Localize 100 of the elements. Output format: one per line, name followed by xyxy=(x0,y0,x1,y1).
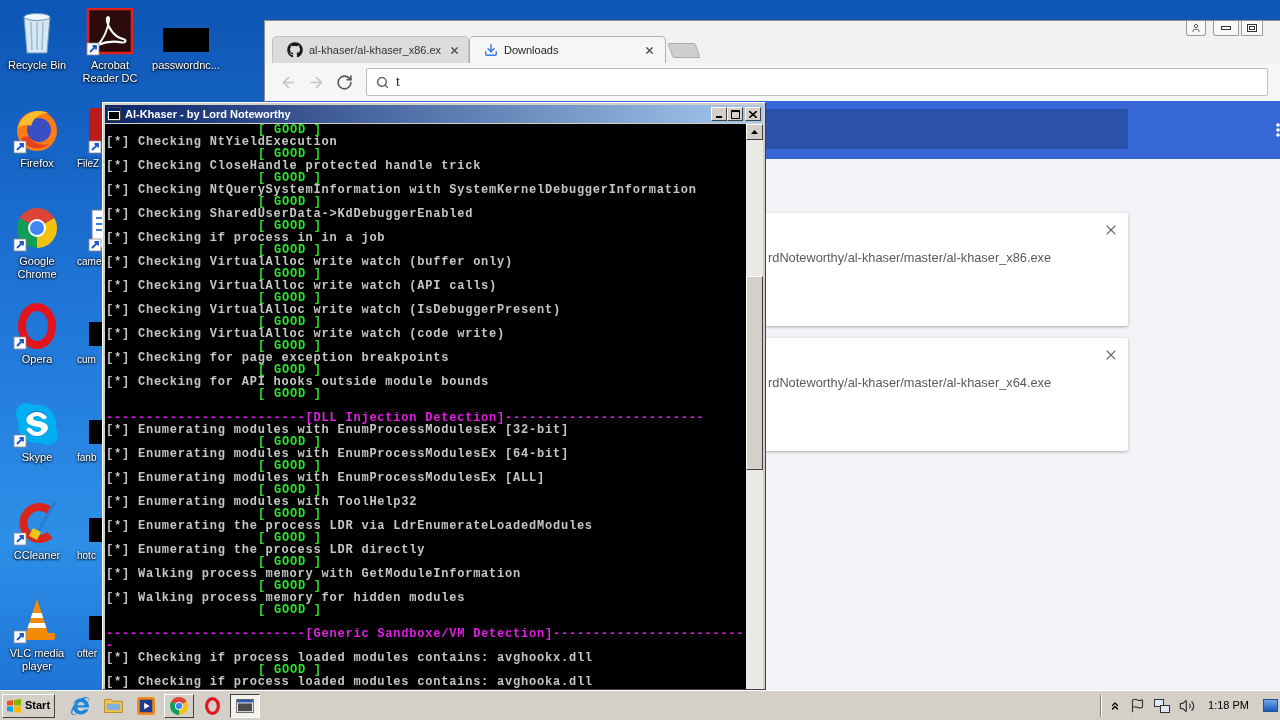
result-text: [ GOOD ] xyxy=(258,292,322,304)
minimize-icon xyxy=(1221,26,1231,30)
e-logo-icon xyxy=(71,696,89,715)
check-line: [*] Checking if process in in a job xyxy=(106,232,386,244)
download-url[interactable]: rdNoteworthy/al-khaser/master/al-khaser_x64.exe xyxy=(768,375,1052,390)
result-text: [ GOOD ] xyxy=(258,268,322,280)
result-text: [ GOOD ] xyxy=(258,604,322,616)
result-text: [ GOOD ] xyxy=(258,196,322,208)
scrollbar-thumb[interactable] xyxy=(746,276,763,470)
check-line: [*] Enumerating modules with EnumProcessModulesEx [32-bit] xyxy=(106,424,569,436)
window-title: Al-Khaser - by Lord Noteworthy xyxy=(125,106,291,122)
icon-label[interactable]: cum xyxy=(74,353,96,366)
icon-label[interactable]: ofter xyxy=(74,647,97,660)
app-icon[interactable] xyxy=(88,106,102,154)
address-bar[interactable]: t xyxy=(366,68,1268,96)
check-line: [*] Walking process memory with GetModuleInformation xyxy=(106,568,522,580)
result-text: [ GOOD ] xyxy=(258,172,322,184)
result-text: [ GOOD ] xyxy=(258,124,322,136)
pdf-app-icon[interactable] xyxy=(86,8,134,56)
icon-label[interactable]: Firefox xyxy=(20,157,54,170)
result-text: [ GOOD ] xyxy=(258,244,322,256)
windows-logo-icon xyxy=(6,697,22,714)
maximize-button[interactable] xyxy=(727,107,743,121)
icon-label[interactable]: Recycle Bin xyxy=(7,59,67,72)
minimize-icon xyxy=(716,116,722,118)
check-line: [*] Enumerating the process LDR via LdrEnumerateLoadedModules xyxy=(106,520,593,532)
maximize-icon xyxy=(730,109,740,119)
icon-label[interactable]: Acrobat Reader DC xyxy=(74,59,146,85)
speaker-icon[interactable] xyxy=(1179,697,1196,714)
icon-label[interactable]: VLC media player xyxy=(1,647,73,673)
console-window-icon xyxy=(236,698,254,713)
check-line: [*] Checking VirtualAlloc write watch (code write) xyxy=(106,328,506,340)
icon-label[interactable]: FileZ xyxy=(74,157,100,170)
person-icon xyxy=(1191,23,1201,33)
result-text: [ GOOD ] xyxy=(258,580,322,592)
section-heading: - xyxy=(106,640,114,652)
check-line: [*] Enumerating modules with EnumProcessModulesEx [64-bit] xyxy=(106,448,569,460)
check-line: [*] Checking VirtualAlloc write watch (buffer only) xyxy=(106,256,514,268)
result-text: [ GOOD ] xyxy=(258,148,322,160)
icon-label[interactable]: fanb xyxy=(74,451,97,464)
check-line: [*] Checking NtQuerySystemInformation with SystemKernelDebuggerInformation xyxy=(106,184,697,196)
close-icon xyxy=(749,110,757,118)
check-line: [*] Walking process memory for hidden modules xyxy=(106,592,466,604)
scroll-up-button[interactable] xyxy=(746,124,763,140)
restore-icon xyxy=(1247,24,1257,32)
result-text: [ GOOD ] xyxy=(258,340,322,352)
up-arrow-icon xyxy=(751,130,758,134)
section-heading: -------------------------[DLL Injection Detection]------------------------- xyxy=(106,412,705,424)
restore-button[interactable] xyxy=(1241,21,1263,36)
close-icon xyxy=(448,44,460,56)
icon-label[interactable]: passwordnc... xyxy=(152,59,220,72)
icon-label[interactable]: Opera xyxy=(21,353,53,366)
check-line: [*] Checking for page exception breakpoints xyxy=(106,352,450,364)
reload-icon xyxy=(335,73,353,91)
browser-tab[interactable]: al-khaser/al-khaser_x86.ex xyxy=(272,36,469,63)
browser-logo-icon xyxy=(170,696,188,715)
result-text: [ GOOD ] xyxy=(258,532,322,544)
check-line: [*] Enumerating modules with EnumProcessModulesEx [ALL] xyxy=(106,472,545,484)
result-text: [ GOOD ] xyxy=(258,388,322,400)
close-button[interactable] xyxy=(745,107,761,121)
section-heading: -------------------------[Generic Sandboxe/VM Detection]------------------------ xyxy=(106,628,745,640)
show-desktop-button[interactable] xyxy=(1263,699,1278,712)
ring-logo-icon xyxy=(204,696,220,715)
result-text: [ GOOD ] xyxy=(258,508,322,520)
chat-app-icon[interactable] xyxy=(13,400,61,448)
close-icon xyxy=(643,44,655,56)
scrollbar-track[interactable] xyxy=(746,124,763,689)
check-line: [*] Checking VirtualAlloc write watch (IsDebuggerPresent) xyxy=(106,304,561,316)
taskbar-button[interactable] xyxy=(230,693,260,718)
result-text: [ GOOD ] xyxy=(258,556,322,568)
media-player-icon xyxy=(137,696,155,715)
browser-tab[interactable]: Downloads xyxy=(469,36,666,63)
icon-label[interactable]: Skype xyxy=(21,451,53,464)
download-icon xyxy=(484,43,498,57)
check-line: [*] Checking for API hooks outside module bounds xyxy=(106,376,490,388)
result-text: [ GOOD ] xyxy=(258,460,322,472)
result-text: [ GOOD ] xyxy=(258,436,322,448)
icon-label[interactable]: Google Chrome xyxy=(1,255,73,281)
result-text: [ GOOD ] xyxy=(258,364,322,376)
check-line: [*] Checking if process loaded modules contains: avghooka.dll xyxy=(106,676,593,688)
check-line: [*] Checking NtYieldExecution xyxy=(106,136,338,148)
network-icon[interactable] xyxy=(1154,697,1171,714)
minimize-button[interactable] xyxy=(1213,21,1239,36)
check-line: [*] Enumerating modules with ToolHelp32 xyxy=(106,496,418,508)
github-octocat-icon xyxy=(287,42,303,58)
icon-label[interactable]: CCleaner xyxy=(13,549,61,562)
more-icon[interactable] xyxy=(1276,123,1280,137)
search-icon xyxy=(376,75,389,89)
download-url[interactable]: rdNoteworthy/al-khaser/master/al-khaser_x86.exe xyxy=(768,250,1052,265)
result-text: [ GOOD ] xyxy=(258,484,322,496)
start-button[interactable]: Start xyxy=(2,693,55,718)
result-text: [ GOOD ] xyxy=(258,220,322,232)
check-line: [*] Checking SharedUserData->KdDebuggerEnabled xyxy=(106,208,474,220)
clock[interactable]: 1:18 PM xyxy=(1208,697,1249,714)
check-line: [*] Checking VirtualAlloc write watch (API calls) xyxy=(106,280,498,292)
icon-label[interactable]: hotc xyxy=(74,549,96,562)
flag-icon[interactable] xyxy=(1130,698,1146,713)
icon-label[interactable]: came xyxy=(74,255,102,268)
result-text: [ GOOD ] xyxy=(258,316,322,328)
profile-button[interactable] xyxy=(1186,21,1206,36)
